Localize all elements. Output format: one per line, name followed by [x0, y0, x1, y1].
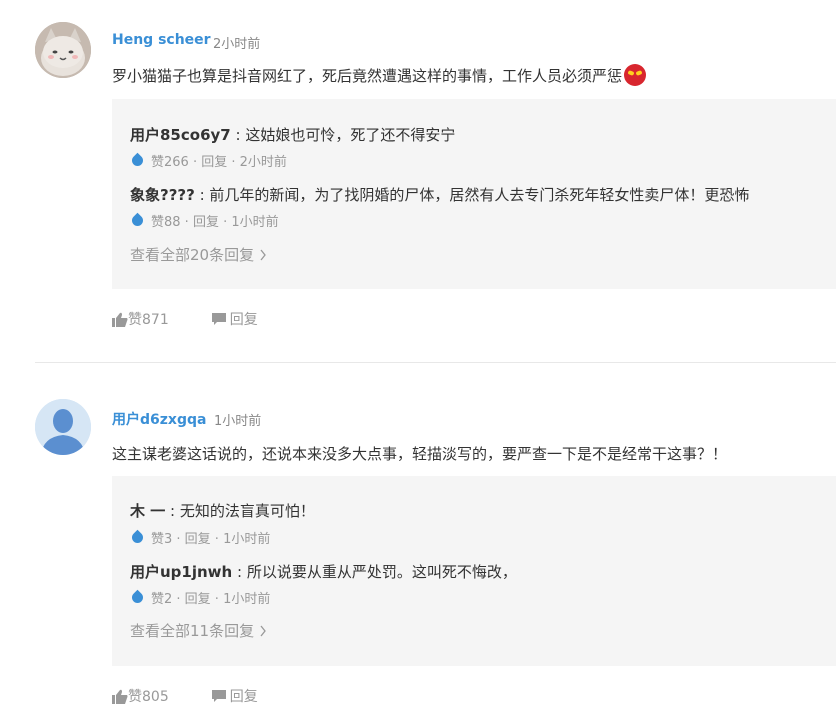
- reply-label[interactable]: 回复: [230, 686, 258, 706]
- chevron-right-icon: [260, 249, 266, 261]
- reply-text: 无知的法盲真可怕！: [179, 502, 315, 520]
- like-button[interactable]: 赞805: [112, 686, 169, 706]
- reply-meta: 赞266 · 回复 · 2小时前: [129, 151, 287, 170]
- reply-text: 前几年的新闻，为了找阴婚的尸体，居然有人去专门杀死年轻女性卖尸体！更恐怖: [209, 186, 750, 204]
- comment-actions: 赞871 回复: [112, 309, 300, 329]
- comment-text: 这主谋老婆这话说的，还说本来没多大点事，轻描淡写的，要严查一下是不是经常干这事？…: [112, 445, 728, 463]
- like-drop-icon[interactable]: [129, 529, 146, 546]
- reply-item: 象象???? : 前几年的新闻，为了找阴婚的尸体，居然有人去专门杀死年轻女性卖尸…: [130, 184, 749, 205]
- cat-avatar-icon: [35, 22, 91, 78]
- reply-list: 用户85co6y7 : 这姑娘也可怜，死了还不得安宁 赞266 · 回复 · 2…: [112, 99, 836, 289]
- reply-username[interactable]: 用户85co6y7: [130, 126, 231, 144]
- thumbs-up-icon: [112, 312, 128, 327]
- reply-list: 木 一 : 无知的法盲真可怕！ 赞3 · 回复 · 1小时前 用户up1jnwh…: [112, 476, 836, 666]
- reply-meta: 赞88 · 回复 · 1小时前: [129, 211, 279, 230]
- comment-text: 罗小猫猫子也算是抖音网红了，死后竟然遭遇这样的事情，工作人员必须严惩: [112, 64, 647, 86]
- like-drop-icon[interactable]: [129, 152, 146, 169]
- speech-bubble-icon: [211, 313, 226, 325]
- reply-meta-text[interactable]: 赞266 · 回复 · 2小时前: [151, 151, 287, 170]
- speech-bubble-icon: [211, 690, 226, 702]
- angry-face-icon: [624, 64, 647, 86]
- reply-username[interactable]: 用户up1jnwh: [130, 563, 232, 581]
- like-count[interactable]: 赞805: [128, 686, 169, 706]
- comment-actions: 赞805 回复: [112, 686, 300, 706]
- comment-item: 用户d6zxgqa 1小时前 这主谋老婆这话说的，还说本来没多大点事，轻描淡写的…: [0, 378, 836, 724]
- reply-text: 这姑娘也可怜，死了还不得安宁: [245, 126, 456, 144]
- thumbs-up-icon: [112, 689, 128, 704]
- view-all-label[interactable]: 查看全部20条回复: [130, 246, 254, 264]
- like-count[interactable]: 赞871: [128, 309, 169, 329]
- comment-text-body: 罗小猫猫子也算是抖音网红了，死后竟然遭遇这样的事情，工作人员必须严惩: [112, 67, 623, 85]
- reply-separator: :: [165, 502, 180, 520]
- reply-separator: :: [230, 126, 246, 144]
- reply-meta-text[interactable]: 赞88 · 回复 · 1小时前: [151, 211, 279, 230]
- comment-username[interactable]: Heng scheer: [112, 32, 211, 48]
- reply-text: 所以说要从重从严处罚。这叫死不悔改，: [246, 563, 517, 581]
- view-all-replies-link[interactable]: 查看全部20条回复: [130, 244, 267, 265]
- comment-divider: [35, 362, 836, 363]
- avatar[interactable]: [35, 399, 91, 455]
- reply-meta-text[interactable]: 赞3 · 回复 · 1小时前: [151, 528, 270, 547]
- like-drop-icon[interactable]: [129, 589, 146, 606]
- reply-meta: 赞3 · 回复 · 1小时前: [129, 528, 270, 547]
- like-drop-icon[interactable]: [129, 212, 146, 229]
- reply-username[interactable]: 木 一: [130, 502, 165, 520]
- reply-item: 用户up1jnwh : 所以说要从重从严处罚。这叫死不悔改，: [130, 561, 517, 582]
- reply-label[interactable]: 回复: [230, 309, 258, 329]
- default-user-avatar-icon: [35, 399, 91, 455]
- comment-item: Heng scheer 2小时前 罗小猫猫子也算是抖音网红了，死后竟然遭遇这样的…: [0, 0, 836, 362]
- reply-button[interactable]: 回复: [211, 686, 258, 706]
- reply-separator: :: [232, 563, 247, 581]
- reply-item: 用户85co6y7 : 这姑娘也可怜，死了还不得安宁: [130, 124, 455, 145]
- comment-time: 2小时前: [213, 37, 261, 52]
- reply-item: 木 一 : 无知的法盲真可怕！: [130, 500, 315, 521]
- reply-meta-text[interactable]: 赞2 · 回复 · 1小时前: [151, 588, 270, 607]
- reply-meta: 赞2 · 回复 · 1小时前: [129, 588, 270, 607]
- comment-time: 1小时前: [214, 414, 262, 429]
- like-button[interactable]: 赞871: [112, 309, 169, 329]
- view-all-label[interactable]: 查看全部11条回复: [130, 622, 254, 640]
- comment-username[interactable]: 用户d6zxgqa: [112, 409, 206, 429]
- reply-username[interactable]: 象象????: [130, 186, 195, 204]
- chevron-right-icon: [260, 625, 266, 637]
- reply-separator: :: [194, 186, 210, 204]
- avatar[interactable]: [35, 22, 91, 78]
- reply-button[interactable]: 回复: [211, 309, 258, 329]
- view-all-replies-link[interactable]: 查看全部11条回复: [130, 620, 267, 641]
